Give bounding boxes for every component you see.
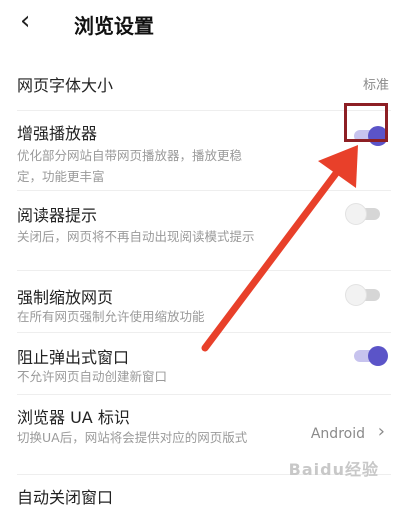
watermark-logo: Baidu经验 [288, 460, 379, 479]
setting-description: 切换UA后，网站将会提供对应的网页版式 [17, 430, 248, 445]
block-popups-toggle[interactable] [354, 346, 388, 366]
setting-label: 浏览器 UA 标识 [17, 408, 130, 427]
annotation-highlight-box [344, 103, 388, 142]
toggle-knob [346, 204, 366, 224]
setting-block-popups: 阻止弹出式窗口 不允许网页自动创建新窗口 [0, 332, 405, 394]
page-title: 浏览设置 [74, 14, 154, 38]
header-bar: ‹ 浏览设置 [0, 0, 405, 44]
setting-label: 增强播放器 [17, 124, 98, 143]
setting-label: 强制缩放网页 [17, 288, 114, 307]
setting-force-zoom: 强制缩放网页 在所有网页强制允许使用缩放功能 [0, 270, 405, 332]
reader-prompt-toggle[interactable] [346, 204, 380, 224]
setting-description: 不允许网页自动创建新窗口 [17, 369, 168, 384]
setting-description: 优化部分网站自带网页播放器，播放更稳定，功能更丰富 [17, 148, 243, 184]
setting-description: 关闭后，网页将不再自动出现阅读模式提示 [17, 229, 255, 244]
force-zoom-toggle[interactable] [346, 285, 380, 305]
setting-label: 阅读器提示 [17, 206, 98, 225]
chevron-right-icon: › [377, 421, 385, 442]
setting-label: 自动关闭窗口 [17, 488, 114, 507]
toggle-knob [368, 346, 388, 366]
setting-description: 在所有网页强制允许使用缩放功能 [17, 309, 205, 324]
setting-reader-prompt: 阅读器提示 关闭后，网页将不再自动出现阅读模式提示 [0, 190, 405, 270]
setting-label: 阻止弹出式窗口 [17, 348, 130, 367]
ua-value: Android [310, 426, 365, 442]
font-size-value: 标准 [362, 78, 389, 93]
toggle-knob [346, 285, 366, 305]
back-arrow-icon[interactable]: ‹ [20, 8, 30, 34]
setting-label: 网页字体大小 [17, 76, 114, 95]
